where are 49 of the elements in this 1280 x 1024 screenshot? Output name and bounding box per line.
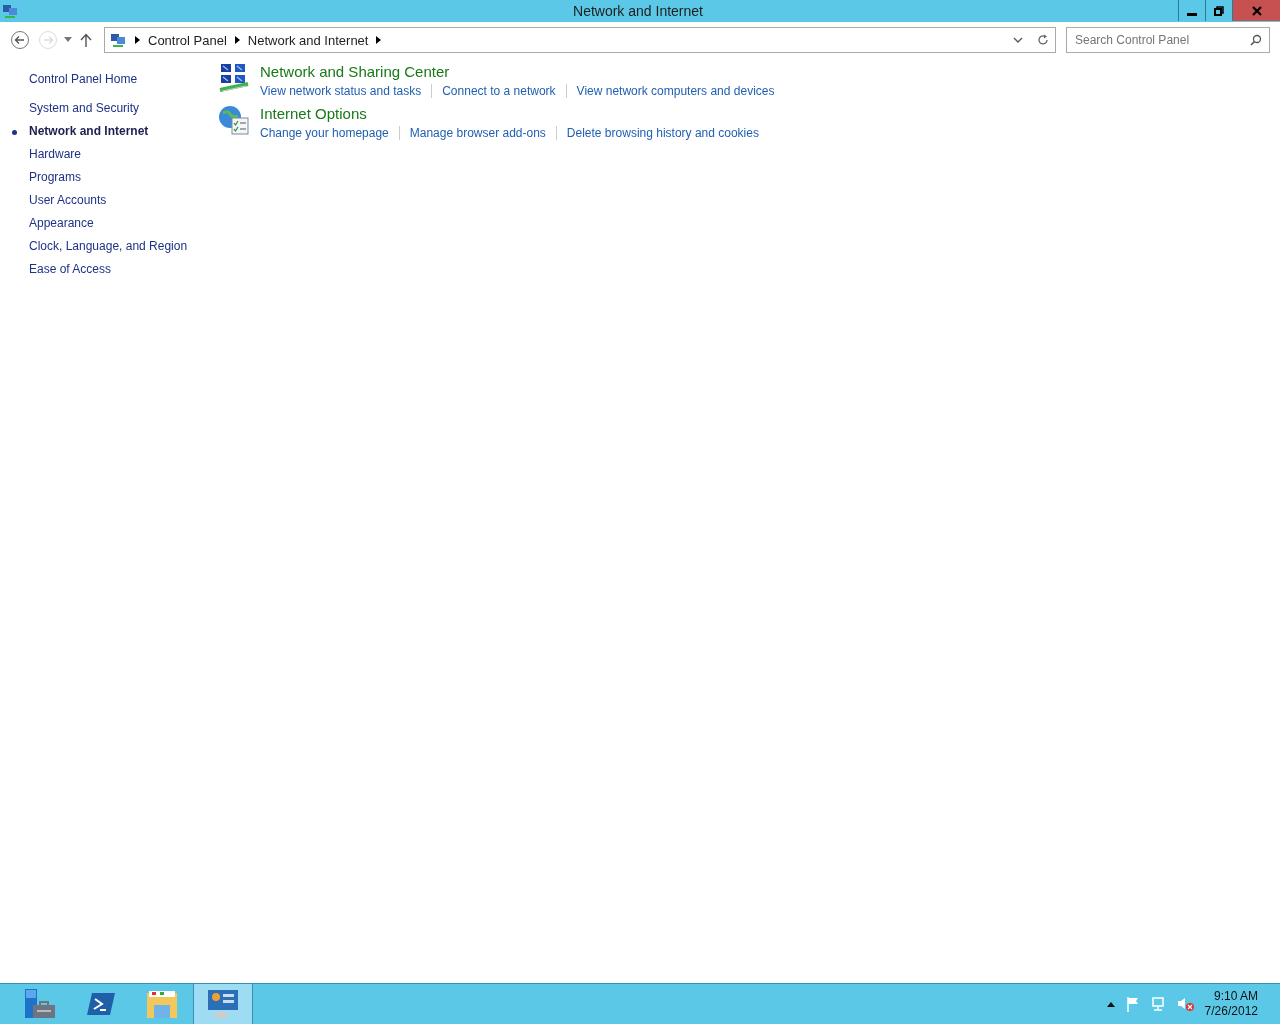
terminal-prompt-icon: [86, 991, 116, 1017]
breadcrumb[interactable]: Network and Internet: [247, 32, 369, 48]
refresh-icon[interactable]: [1037, 34, 1049, 46]
sidebar-item[interactable]: User Accounts: [29, 193, 107, 207]
network-computers-icon: [109, 32, 127, 48]
task-link[interactable]: View network status and tasks: [260, 82, 422, 100]
close-icon: [1251, 5, 1262, 16]
back-icon[interactable]: [10, 30, 30, 50]
task-link[interactable]: Connect to a network: [442, 82, 556, 100]
sidebar-item[interactable]: Appearance: [29, 216, 94, 230]
chevron-right-icon[interactable]: [234, 36, 240, 44]
taskbar-app-button[interactable]: [193, 984, 253, 1024]
network-computers-icon: [2, 3, 18, 19]
category-title-link[interactable]: Network and Sharing Center: [260, 62, 775, 82]
task-link[interactable]: View network computers and devices: [576, 82, 775, 100]
close-button[interactable]: [1232, 0, 1280, 21]
sidebar-item[interactable]: System and Security: [29, 101, 140, 115]
address-bar[interactable]: Control Panel Network and Internet: [104, 27, 1056, 53]
chevron-down-icon[interactable]: [1013, 36, 1023, 44]
sidebar-item[interactable]: Hardware: [29, 147, 82, 161]
minimize-icon: [1187, 12, 1197, 16]
search-field[interactable]: Search Control Panel: [1066, 27, 1270, 53]
task-link[interactable]: Delete browsing history and cookies: [566, 124, 759, 142]
chevron-right-icon[interactable]: [376, 36, 382, 44]
dropdown-icon[interactable]: [64, 37, 72, 43]
network-computers-icon: [218, 62, 250, 94]
search-icon[interactable]: [1250, 34, 1262, 46]
folder-icon: [146, 989, 178, 1019]
server-toolbox-icon: [23, 988, 57, 1020]
window-title: Network and Internet: [572, 3, 704, 19]
control-panel-home-link[interactable]: Control Panel Home: [29, 72, 200, 86]
clock-date: 7/26/2012: [1204, 1004, 1258, 1019]
chevron-right-icon[interactable]: [135, 36, 140, 44]
sidebar-item[interactable]: Clock, Language, and Region: [29, 239, 188, 253]
task-link[interactable]: Change your homepage: [260, 124, 389, 142]
sidebar-item[interactable]: Network and Internet: [29, 124, 149, 138]
clock-time: 9:10 AM: [1213, 989, 1258, 1004]
sidebar-item[interactable]: Programs: [29, 170, 81, 184]
category-title-link[interactable]: Internet Options: [260, 104, 759, 124]
muted-speaker-icon[interactable]: [1176, 996, 1195, 1012]
control-panel-icon: [207, 989, 239, 1019]
breadcrumb[interactable]: Control Panel: [148, 32, 227, 48]
sidebar-item[interactable]: Ease of Access: [29, 262, 112, 276]
task-link[interactable]: Manage browser add-ons: [409, 124, 546, 142]
caret-up-icon[interactable]: [1106, 1001, 1115, 1007]
restore-icon: [1214, 5, 1224, 16]
clock[interactable]: 9:10 AM 7/26/2012: [1204, 989, 1258, 1019]
up-arrow-icon[interactable]: [80, 33, 92, 47]
globe-checklist-icon: [218, 104, 250, 136]
